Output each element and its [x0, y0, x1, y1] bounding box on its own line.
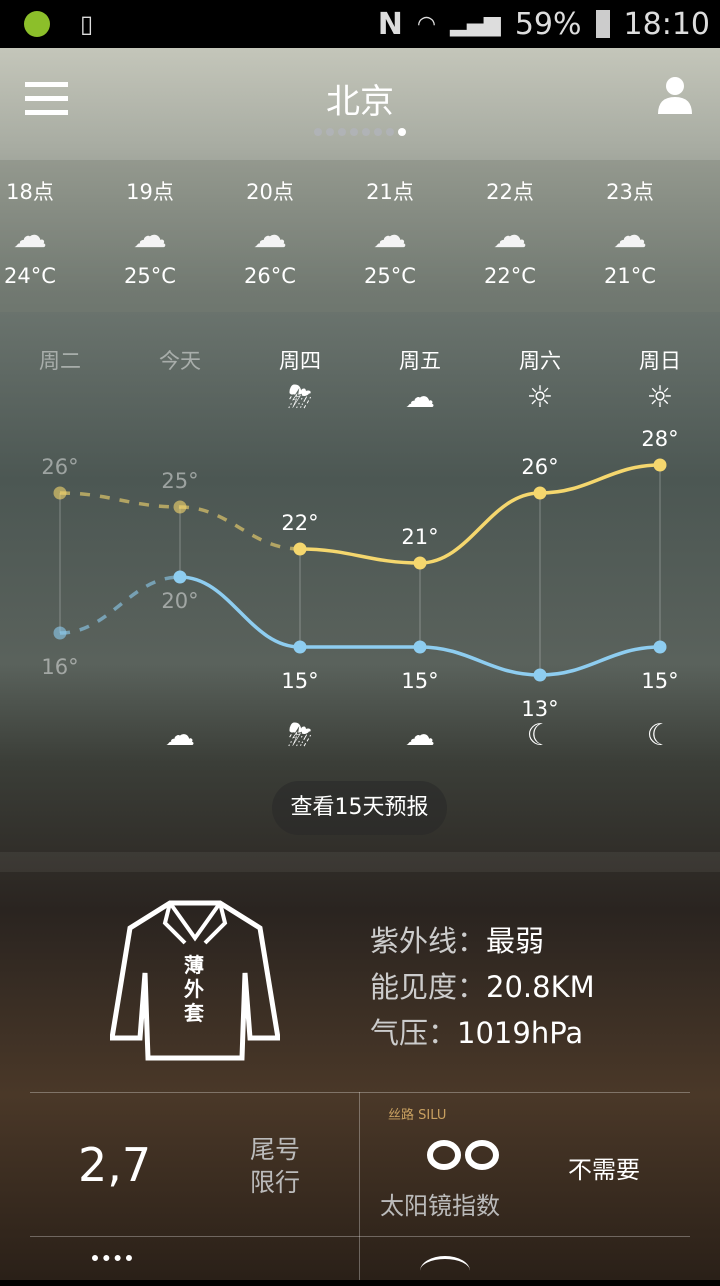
high-temp-point [53, 486, 67, 500]
low-temp-point [413, 640, 427, 654]
high-temp-label: 22° [281, 511, 319, 535]
high-temp-point [293, 542, 307, 556]
brand-logo: 丝路 SILU [388, 1108, 447, 1123]
divider [30, 1092, 690, 1093]
low-temp-label: 15° [281, 669, 319, 693]
cloud-icon: ☁ [405, 718, 435, 753]
clothing-icon[interactable]: 薄外套 [109, 898, 281, 1067]
divider [0, 852, 720, 872]
thunder-rain-icon: ⛈ [288, 380, 312, 415]
divider [30, 1236, 690, 1237]
low-temp-label: 13° [521, 697, 559, 721]
low-temp-point [53, 626, 67, 640]
day-label: 周四 [279, 349, 321, 373]
high-temp-label: 25° [161, 469, 199, 493]
temperature-chart [53, 458, 667, 682]
day-label: 今天 [159, 349, 201, 373]
high-temp-point [173, 500, 187, 514]
uv-row: 紫外线：最弱 [370, 924, 545, 958]
glasses-icon [427, 1140, 499, 1170]
high-temp-label: 26° [521, 455, 559, 479]
umbrella-icon [92, 1255, 132, 1261]
fishing-icon [420, 1256, 470, 1286]
low-temp-point [173, 570, 187, 584]
high-temp-point [653, 458, 667, 472]
day-label: 周日 [639, 349, 681, 373]
low-temp-label: 15° [401, 669, 439, 693]
moon-icon: ☾ [646, 718, 674, 753]
visibility-row: 能见度：20.8KM [370, 970, 595, 1004]
cloud-icon: ☁ [165, 718, 195, 753]
sun-icon: ☼ [526, 380, 554, 415]
weather-details: 紫外线：最弱 能见度：20.8KM 气压：1019hPa [370, 918, 595, 1056]
restricted-numbers: 2,7 [78, 1138, 152, 1192]
low-temp-point [293, 640, 307, 654]
high-temp-point [413, 556, 427, 570]
low-temp-label: 15° [641, 669, 679, 693]
low-temp-label: 20° [161, 589, 199, 613]
clothing-label: 薄外套 [184, 953, 204, 1025]
low-temp-point [653, 640, 667, 654]
sunglasses-label: 太阳镜指数 [380, 1192, 500, 1220]
day-label: 周六 [519, 349, 561, 373]
cloud-icon: ☁ [405, 380, 435, 415]
day-label: 周二 [39, 349, 81, 373]
sunglasses-value: 不需要 [568, 1156, 640, 1184]
low-temp-label: 16° [41, 655, 79, 679]
day-label: 周五 [399, 349, 441, 373]
thunder-rain-icon: ⛈ [288, 718, 312, 753]
restriction-label: 尾号 限行 [250, 1135, 301, 1197]
high-temp-label: 21° [401, 525, 439, 549]
high-temp-point [533, 486, 547, 500]
pressure-row: 气压：1019hPa [370, 1016, 584, 1050]
divider [359, 1092, 360, 1280]
high-temp-label: 28° [641, 427, 679, 451]
sun-icon: ☼ [646, 380, 674, 415]
forecast-15-days-button[interactable]: 查看15天预报 [272, 781, 447, 835]
high-temp-label: 26° [41, 455, 79, 479]
low-temp-point [533, 668, 547, 682]
moon-icon: ☾ [526, 718, 554, 753]
